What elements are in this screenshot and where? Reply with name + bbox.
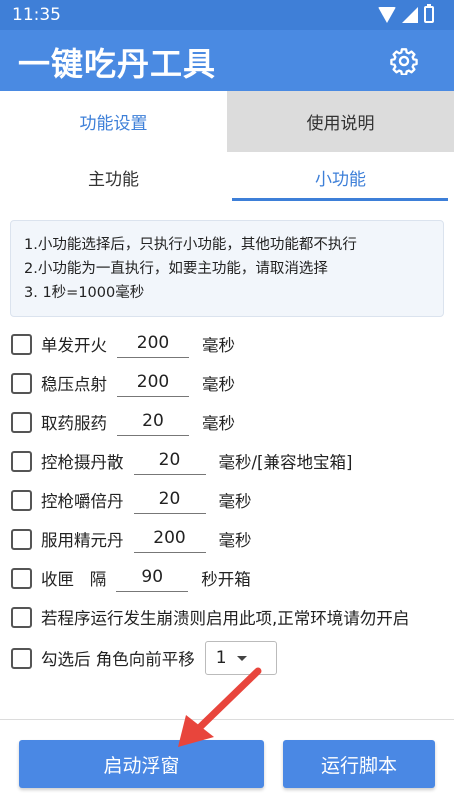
gear-icon[interactable]	[390, 47, 418, 75]
checkbox[interactable]	[11, 411, 32, 433]
app-bar: 一键吃丹工具	[0, 30, 454, 91]
tab-small-function[interactable]: 小功能	[227, 152, 454, 202]
status-bar: 11:35	[0, 0, 454, 30]
checkbox[interactable]	[11, 333, 32, 355]
option-label: 收匣 隔	[41, 570, 107, 589]
info-line: 2.小功能为一直执行，如要主功能，请取消选择	[24, 261, 328, 277]
option-label: 服用精元丹	[41, 531, 124, 550]
interval-input[interactable]: 20	[133, 486, 206, 514]
sub-tabs: 主功能 小功能	[0, 152, 454, 202]
interval-input[interactable]: 200	[133, 525, 206, 553]
checkbox[interactable]	[11, 567, 32, 589]
unit-label: 毫秒	[202, 414, 235, 433]
option-label: 单发开火	[41, 336, 107, 355]
interval-input[interactable]: 20	[133, 447, 206, 475]
info-line: 3. 1秒=1000毫秒	[24, 285, 145, 301]
status-icons	[378, 4, 434, 23]
checkbox[interactable]	[11, 489, 32, 511]
option-steady-burst: 稳压点射 200 毫秒	[11, 368, 235, 398]
checkbox[interactable]	[11, 450, 32, 472]
info-box: 1.小功能选择后，只执行小功能，其他功能都不执行 2.小功能为一直执行，如要主功…	[10, 220, 444, 317]
unit-label: 毫秒	[218, 531, 252, 550]
interval-input[interactable]: 200	[117, 330, 189, 358]
interval-input[interactable]: 90	[116, 564, 189, 592]
option-essence-pill: 服用精元丹 200 毫秒	[11, 524, 252, 554]
option-single-fire: 单发开火 200 毫秒	[11, 329, 235, 359]
signal-icon	[402, 6, 418, 23]
option-label: 取药服药	[41, 414, 107, 433]
option-collect-box: 收匣 隔 90 秒开箱	[11, 563, 251, 593]
option-recoil-double-pill: 控枪嚼倍丹 20 毫秒	[11, 485, 252, 515]
option-take-medicine: 取药服药 20 毫秒	[11, 407, 235, 437]
info-line: 1.小功能选择后，只执行小功能，其他功能都不执行	[24, 237, 357, 253]
checkbox[interactable]	[11, 647, 32, 669]
checkbox[interactable]	[11, 372, 32, 394]
tab-instructions[interactable]: 使用说明	[227, 91, 454, 152]
option-recoil-pill: 控枪摄丹散 20 毫秒/[兼容地宝箱]	[11, 446, 352, 476]
checkbox[interactable]	[11, 606, 32, 628]
checkbox[interactable]	[11, 528, 32, 550]
battery-icon	[424, 4, 434, 23]
top-tabs: 功能设置 使用说明	[0, 91, 454, 152]
app-title: 一键吃丹工具	[18, 45, 217, 83]
unit-label: 秒开箱	[201, 570, 251, 589]
tab-indicator	[232, 198, 448, 201]
interval-input[interactable]: 20	[117, 408, 189, 436]
option-crash-mode: 若程序运行发生崩溃则启用此项,正常环境请勿开启	[11, 602, 409, 632]
status-time: 11:35	[12, 5, 61, 25]
tab-function-settings[interactable]: 功能设置	[0, 91, 227, 152]
run-script-button[interactable]: 运行脚本	[283, 740, 435, 788]
option-label: 稳压点射	[41, 375, 107, 394]
unit-label: 毫秒	[202, 336, 235, 355]
interval-input[interactable]: 200	[117, 369, 189, 397]
wifi-icon	[378, 6, 396, 23]
unit-label: 毫秒	[202, 375, 235, 394]
unit-label: 毫秒	[218, 492, 252, 511]
option-label: 控枪摄丹散	[41, 453, 124, 472]
annotation-arrow-icon	[178, 667, 262, 747]
option-label: 控枪嚼倍丹	[41, 492, 124, 511]
tab-main-function[interactable]: 主功能	[0, 152, 227, 202]
unit-label: 毫秒/[兼容地宝箱]	[218, 453, 353, 472]
option-label: 若程序运行发生崩溃则启用此项,正常环境请勿开启	[41, 609, 410, 628]
chevron-down-icon	[236, 656, 247, 661]
